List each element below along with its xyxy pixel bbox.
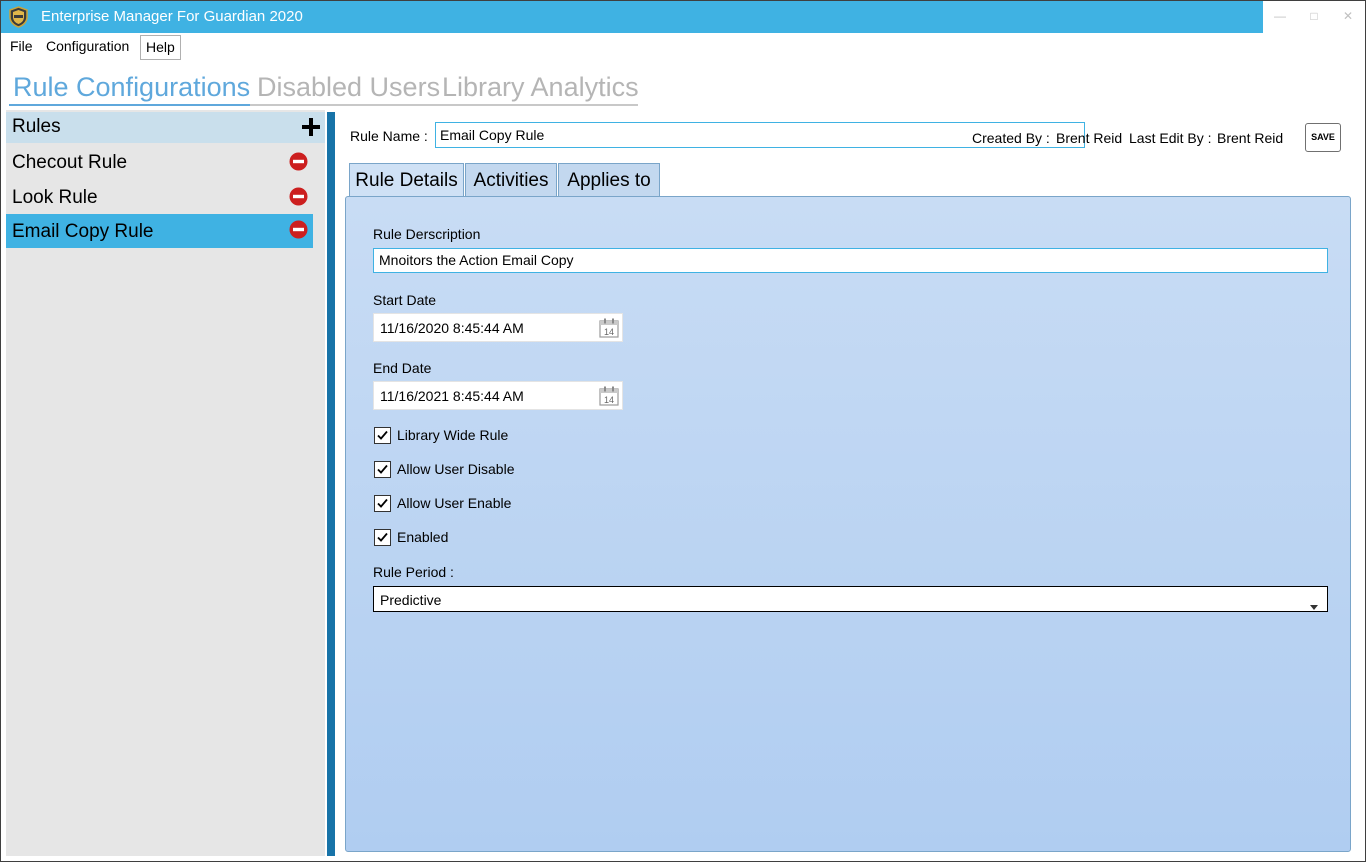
plus-icon[interactable] — [301, 117, 321, 137]
start-date-picker[interactable]: 11/16/2020 8:45:44 AM 14 — [373, 313, 623, 342]
allow-user-disable-label: Allow User Disable — [397, 461, 515, 477]
rules-panel: Rules Checout Rule Look Rule Email Copy … — [6, 110, 325, 856]
checkmark-icon — [377, 464, 388, 474]
description-label: Rule Derscription — [373, 226, 481, 242]
tab-disabled-users[interactable]: Disabled Users — [257, 70, 440, 104]
allow-user-disable-checkbox[interactable] — [374, 461, 391, 478]
tab-strip-line — [250, 104, 638, 106]
menu-help[interactable]: Help — [140, 35, 181, 60]
rule-list-item-selected[interactable]: Email Copy Rule — [6, 214, 313, 248]
calendar-day-text: 14 — [604, 395, 614, 405]
minus-circle-icon[interactable] — [289, 152, 308, 171]
calendar-icon[interactable]: 14 — [598, 317, 620, 339]
close-button[interactable]: ✕ — [1331, 1, 1365, 33]
guardian-shield-icon — [8, 6, 29, 28]
minus-circle-icon[interactable] — [289, 220, 308, 239]
minus-circle-icon[interactable] — [289, 187, 308, 206]
start-date-label: Start Date — [373, 292, 437, 308]
calendar-day-text: 14 — [604, 327, 614, 337]
rule-item-label: Look Rule — [12, 187, 98, 208]
library-wide-rule-label: Library Wide Rule — [397, 427, 509, 443]
chevron-down-icon — [1310, 597, 1318, 610]
rule-list-item[interactable]: Checout Rule — [6, 146, 313, 179]
end-date-label: End Date — [373, 360, 432, 376]
tab-applies-to[interactable]: Applies to — [558, 163, 660, 197]
description-input[interactable]: Mnoitors the Action Email Copy — [373, 248, 1328, 273]
checkmark-icon — [377, 532, 388, 542]
created-by-value: Brent Reid — [1056, 130, 1123, 146]
end-date-value: 11/16/2021 8:45:44 AM — [380, 388, 524, 404]
tab-rule-details[interactable]: Rule Details — [349, 163, 464, 199]
window-title: Enterprise Manager For Guardian 2020 — [41, 8, 303, 25]
last-edit-value: Brent Reid — [1217, 130, 1284, 146]
rules-header-label: Rules — [12, 116, 61, 137]
rule-list-item[interactable]: Look Rule — [6, 181, 313, 214]
library-wide-rule-checkbox[interactable] — [374, 427, 391, 444]
end-date-picker[interactable]: 11/16/2021 8:45:44 AM 14 — [373, 381, 623, 410]
rule-details-panel — [345, 196, 1351, 852]
tab-library-analytics[interactable]: Library Analytics — [442, 70, 639, 104]
title-bar: Enterprise Manager For Guardian 2020 — □… — [1, 1, 1365, 33]
rule-name-label: Rule Name : — [350, 128, 428, 144]
calendar-icon[interactable]: 14 — [598, 385, 620, 407]
start-date-value: 11/16/2020 8:45:44 AM — [380, 320, 524, 336]
menu-configuration[interactable]: Configuration — [41, 35, 134, 60]
window-controls: — □ ✕ — [1263, 1, 1365, 33]
app-window: Enterprise Manager For Guardian 2020 — □… — [0, 0, 1366, 862]
rule-period-label: Rule Period : — [373, 564, 454, 580]
selected-tab-indicator — [9, 104, 250, 106]
allow-user-enable-checkbox[interactable] — [374, 495, 391, 512]
minimize-button[interactable]: — — [1263, 1, 1297, 33]
rule-period-select[interactable]: Predictive — [373, 586, 1328, 612]
save-button[interactable]: SAVE — [1305, 123, 1341, 152]
last-edit-label: Last Edit By : — [1129, 130, 1212, 146]
enabled-checkbox[interactable] — [374, 529, 391, 546]
enabled-label: Enabled — [397, 529, 449, 545]
tab-rule-configurations[interactable]: Rule Configurations — [13, 70, 250, 104]
menu-file[interactable]: File — [5, 35, 38, 60]
rule-item-label: Checout Rule — [12, 152, 128, 173]
rule-period-value: Predictive — [380, 592, 442, 608]
rules-header: Rules — [6, 112, 325, 143]
created-by-label: Created By : — [972, 130, 1050, 146]
allow-user-enable-label: Allow User Enable — [397, 495, 512, 511]
tab-activities[interactable]: Activities — [465, 163, 557, 197]
panel-splitter[interactable] — [327, 112, 335, 856]
checkmark-icon — [377, 498, 388, 508]
checkmark-icon — [377, 430, 388, 440]
rule-item-label: Email Copy Rule — [12, 221, 154, 242]
maximize-button[interactable]: □ — [1297, 1, 1331, 33]
menu-bar: File Configuration Help — [1, 33, 1365, 61]
